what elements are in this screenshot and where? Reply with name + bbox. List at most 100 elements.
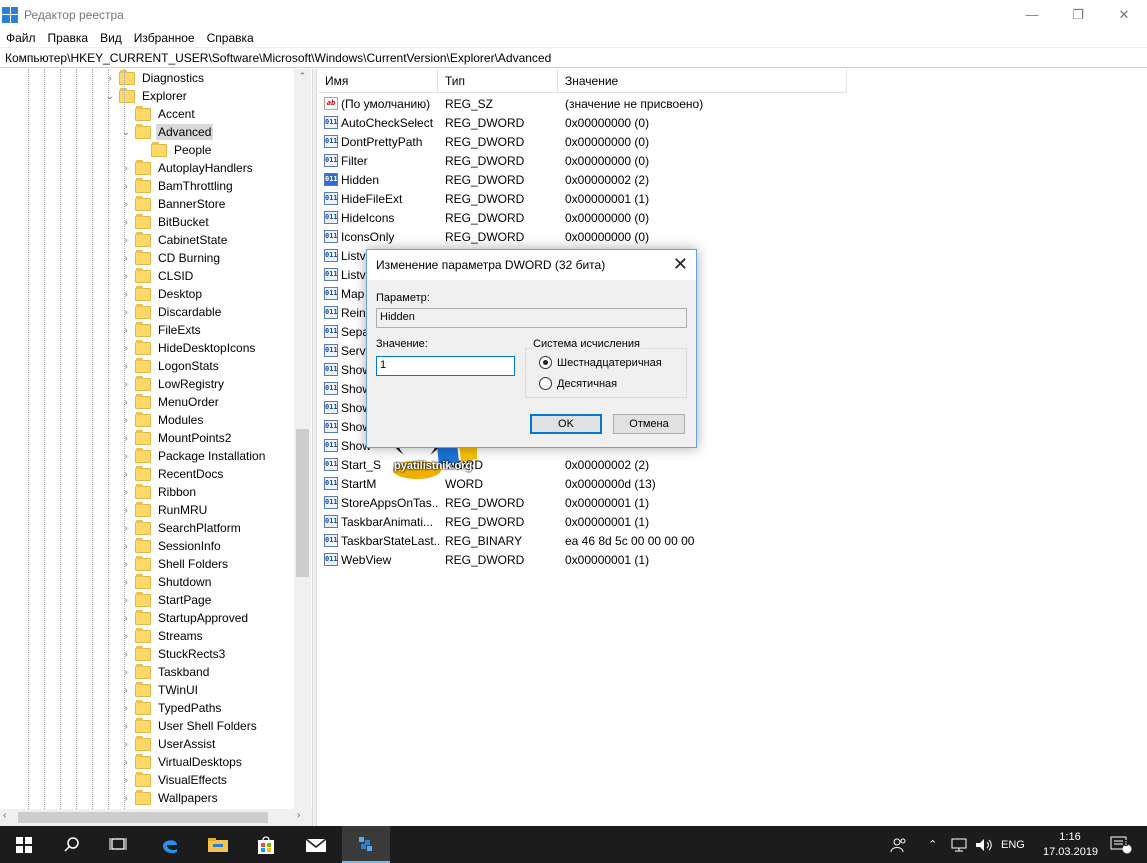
column-name[interactable]: Имя xyxy=(318,69,438,93)
tree-item-logonstats[interactable]: › LogonStats xyxy=(120,357,221,375)
tree-item-fileexts[interactable]: › FileExts xyxy=(120,321,203,339)
tree-item-bitbucket[interactable]: › BitBucket xyxy=(120,213,211,231)
menu-edit[interactable]: Правка xyxy=(42,31,95,45)
tree-item-user-shell-folders[interactable]: › User Shell Folders xyxy=(120,717,259,735)
tree-item-mountpoints2[interactable]: › MountPoints2 xyxy=(120,429,233,447)
chevron-right-icon[interactable]: › xyxy=(120,213,132,231)
close-button[interactable]: ✕ xyxy=(1101,0,1147,29)
show-hidden-icons-button[interactable]: ⌃ xyxy=(928,826,937,863)
scroll-left-icon[interactable]: ‹ xyxy=(3,810,6,821)
list-item[interactable]: 011 WebView REG_DWORD 0x00000001 (1) xyxy=(318,550,649,569)
chevron-right-icon[interactable]: › xyxy=(104,69,116,87)
chevron-right-icon[interactable]: › xyxy=(120,627,132,645)
chevron-right-icon[interactable]: › xyxy=(120,195,132,213)
ok-button[interactable]: OK xyxy=(530,414,602,434)
tree-item-userassist[interactable]: › UserAssist xyxy=(120,735,217,753)
tree-item-advanced[interactable]: ⌄ Advanced xyxy=(120,123,214,141)
search-button[interactable] xyxy=(48,826,96,863)
mail-button[interactable] xyxy=(292,826,340,863)
chevron-right-icon[interactable]: › xyxy=(120,429,132,447)
chevron-right-icon[interactable]: › xyxy=(120,663,132,681)
chevron-right-icon[interactable]: › xyxy=(120,753,132,771)
chevron-down-icon[interactable]: ⌄ xyxy=(120,123,132,141)
chevron-right-icon[interactable]: › xyxy=(120,393,132,411)
maximize-button[interactable]: ❐ xyxy=(1055,0,1101,29)
tree-item-accent[interactable]: Accent xyxy=(120,105,197,123)
chevron-right-icon[interactable]: › xyxy=(120,483,132,501)
cancel-button[interactable]: Отмена xyxy=(613,414,685,434)
regedit-taskbar-button[interactable] xyxy=(342,826,390,863)
tree-item-twinui[interactable]: › TWinUI xyxy=(120,681,200,699)
scroll-up-icon[interactable]: ⌃ xyxy=(294,71,311,82)
tree-item-shell-folders[interactable]: › Shell Folders xyxy=(120,555,230,573)
chevron-right-icon[interactable]: › xyxy=(120,447,132,465)
chevron-right-icon[interactable]: › xyxy=(120,735,132,753)
action-center-button[interactable]: 3 xyxy=(1110,826,1132,863)
people-button[interactable] xyxy=(890,826,908,863)
tree-item-startpage[interactable]: › StartPage xyxy=(120,591,213,609)
tree-item-recentdocs[interactable]: › RecentDocs xyxy=(120,465,225,483)
chevron-right-icon[interactable]: › xyxy=(120,771,132,789)
chevron-right-icon[interactable]: › xyxy=(120,375,132,393)
clock[interactable]: 1:16 17.03.2019 xyxy=(1043,830,1098,860)
tree-item-cabinetstate[interactable]: › CabinetState xyxy=(120,231,229,249)
chevron-right-icon[interactable]: › xyxy=(120,537,132,555)
tree-item-package-installation[interactable]: › Package Installation xyxy=(120,447,267,465)
tree-item-bamthrottling[interactable]: › BamThrottling xyxy=(120,177,235,195)
list-item[interactable]: 011 TaskbarAnimati... REG_DWORD 0x00000001 … xyxy=(318,512,649,531)
minimize-button[interactable]: — xyxy=(1009,0,1055,29)
radio-dec-icon[interactable] xyxy=(539,377,552,390)
chevron-right-icon[interactable]: › xyxy=(120,357,132,375)
tree-item-stuckrects3[interactable]: › StuckRects3 xyxy=(120,645,227,663)
radio-hex-icon[interactable] xyxy=(539,356,552,369)
tree-item-desktop[interactable]: › Desktop xyxy=(120,285,204,303)
list-item[interactable]: 011 DontPrettyPath REG_DWORD 0x00000000 (0) xyxy=(318,132,649,151)
store-button[interactable] xyxy=(242,826,290,863)
list-item[interactable]: 011 HideFileExt REG_DWORD 0x00000001 (1) xyxy=(318,189,649,208)
chevron-right-icon[interactable]: › xyxy=(120,285,132,303)
tree-item-modules[interactable]: › Modules xyxy=(120,411,205,429)
tree-item-lowregistry[interactable]: › LowRegistry xyxy=(120,375,226,393)
chevron-right-icon[interactable]: › xyxy=(120,159,132,177)
menu-file[interactable]: Файл xyxy=(0,31,42,45)
tree-item-virtualdesktops[interactable]: › VirtualDesktops xyxy=(120,753,244,771)
list-item[interactable]: 011 AutoCheckSelect REG_DWORD 0x00000000 (0… xyxy=(318,113,649,132)
chevron-right-icon[interactable]: › xyxy=(120,609,132,627)
list-item[interactable]: ab (По умолчанию) REG_SZ (значение не присв… xyxy=(318,94,703,113)
tree-item-hidedesktopicons[interactable]: › HideDesktopIcons xyxy=(120,339,257,357)
tree-item-bannerstore[interactable]: › BannerStore xyxy=(120,195,227,213)
tree-item-diagnostics[interactable]: › Diagnostics xyxy=(104,69,206,87)
chevron-right-icon[interactable]: › xyxy=(120,519,132,537)
chevron-right-icon[interactable]: › xyxy=(120,465,132,483)
tree-item-startupapproved[interactable]: › StartupApproved xyxy=(120,609,250,627)
tree-item-ribbon[interactable]: › Ribbon xyxy=(120,483,198,501)
chevron-right-icon[interactable]: › xyxy=(120,681,132,699)
menu-help[interactable]: Справка xyxy=(201,31,260,45)
language-indicator[interactable]: ENG xyxy=(1001,826,1025,863)
tree-vertical-scrollbar[interactable]: ⌃ xyxy=(294,69,311,809)
chevron-right-icon[interactable]: › xyxy=(120,231,132,249)
tree-item-autoplayhandlers[interactable]: › AutoplayHandlers xyxy=(120,159,255,177)
tree-item-sessioninfo[interactable]: › SessionInfo xyxy=(120,537,223,555)
tree-item-visualeffects[interactable]: › VisualEffects xyxy=(120,771,229,789)
tree-item-runmru[interactable]: › RunMRU xyxy=(120,501,209,519)
chevron-right-icon[interactable]: › xyxy=(120,411,132,429)
pane-splitter[interactable] xyxy=(312,69,317,826)
chevron-right-icon[interactable]: › xyxy=(120,591,132,609)
list-item[interactable]: 011 Filter REG_DWORD 0x00000000 (0) xyxy=(318,151,649,170)
tree-item-wallpapers[interactable]: › Wallpapers xyxy=(120,789,220,807)
chevron-right-icon[interactable]: › xyxy=(120,249,132,267)
tree-item-streams[interactable]: › Streams xyxy=(120,627,205,645)
tree-item-taskband[interactable]: › Taskband xyxy=(120,663,211,681)
chevron-right-icon[interactable]: › xyxy=(120,339,132,357)
tree-item-menuorder[interactable]: › MenuOrder xyxy=(120,393,221,411)
chevron-right-icon[interactable]: › xyxy=(120,699,132,717)
tree-item-typedpaths[interactable]: › TypedPaths xyxy=(120,699,223,717)
tree-scroll-thumb[interactable] xyxy=(296,429,309,577)
tree-item-shutdown[interactable]: › Shutdown xyxy=(120,573,213,591)
chevron-right-icon[interactable]: › xyxy=(120,303,132,321)
volume-button[interactable] xyxy=(975,826,993,863)
tree-item-searchplatform[interactable]: › SearchPlatform xyxy=(120,519,243,537)
chevron-right-icon[interactable]: › xyxy=(120,321,132,339)
tree-horizontal-scrollbar[interactable]: ‹ › xyxy=(0,809,312,826)
